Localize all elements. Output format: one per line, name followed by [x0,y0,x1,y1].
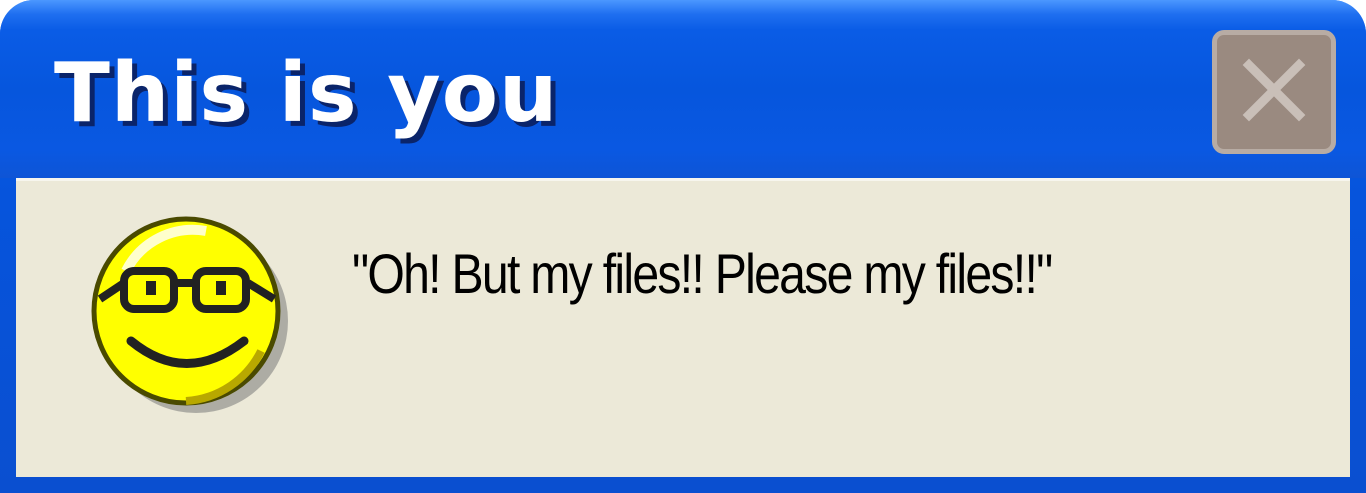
dialog-message: "Oh! But my files!! Please my files!!" [352,242,1053,305]
smiley-glasses-icon [86,211,296,421]
dialog-body: "Oh! But my files!! Please my files!!" [16,178,1350,477]
dialog-window: This is you "Oh! But my files!! Please m… [0,0,1366,493]
close-icon [1239,55,1309,130]
close-button[interactable] [1212,30,1336,154]
title-bar[interactable]: This is you [0,0,1366,178]
window-title: This is you [54,46,559,141]
